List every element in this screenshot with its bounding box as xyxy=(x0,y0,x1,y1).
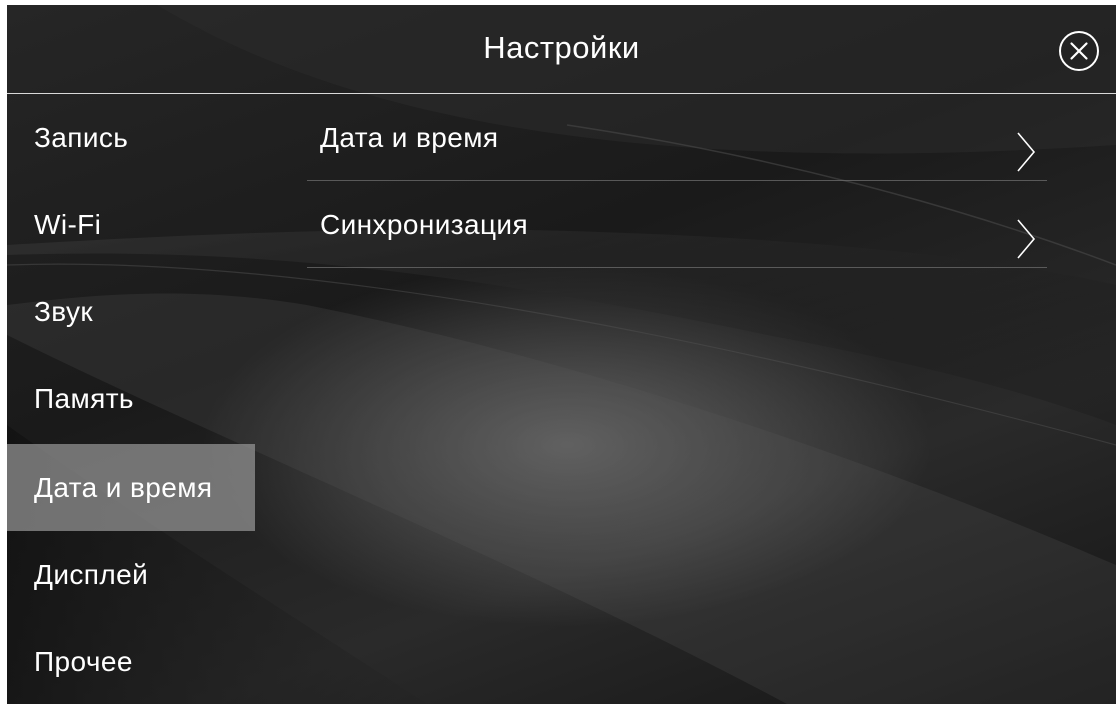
sidebar-item-other[interactable]: Прочее xyxy=(7,618,255,704)
page-title: Настройки xyxy=(483,30,640,65)
sidebar-item-wifi[interactable]: Wi-Fi xyxy=(7,181,255,268)
header: Настройки xyxy=(7,5,1116,94)
chevron-right-icon xyxy=(1017,219,1036,259)
sidebar-item-display[interactable]: Дисплей xyxy=(7,531,255,618)
sidebar-item-date-time[interactable]: Дата и время xyxy=(7,444,255,531)
sidebar-item-memory[interactable]: Память xyxy=(7,355,255,442)
sidebar-item-label: Дата и время xyxy=(34,472,213,503)
sidebar-item-label: Прочее xyxy=(34,646,133,677)
sidebar-item-label: Звук xyxy=(34,296,94,327)
list-item-label: Синхронизация xyxy=(320,209,529,240)
close-icon[interactable] xyxy=(1058,30,1100,72)
sidebar-item-recording[interactable]: Запись xyxy=(7,94,255,181)
sidebar-item-label: Wi-Fi xyxy=(34,209,102,240)
sidebar-item-sound[interactable]: Звук xyxy=(7,268,255,355)
sidebar-item-label: Дисплей xyxy=(34,559,149,590)
sidebar-item-label: Запись xyxy=(34,122,129,153)
chevron-right-icon xyxy=(1017,132,1036,172)
settings-screen: Настройки Запись Wi-Fi Звук Память Дата … xyxy=(7,5,1116,704)
sidebar-item-label: Память xyxy=(34,383,134,414)
list-item-sync[interactable]: Синхронизация xyxy=(307,181,1047,268)
list-item-label: Дата и время xyxy=(320,122,499,153)
list-item-date-time[interactable]: Дата и время xyxy=(307,94,1047,181)
